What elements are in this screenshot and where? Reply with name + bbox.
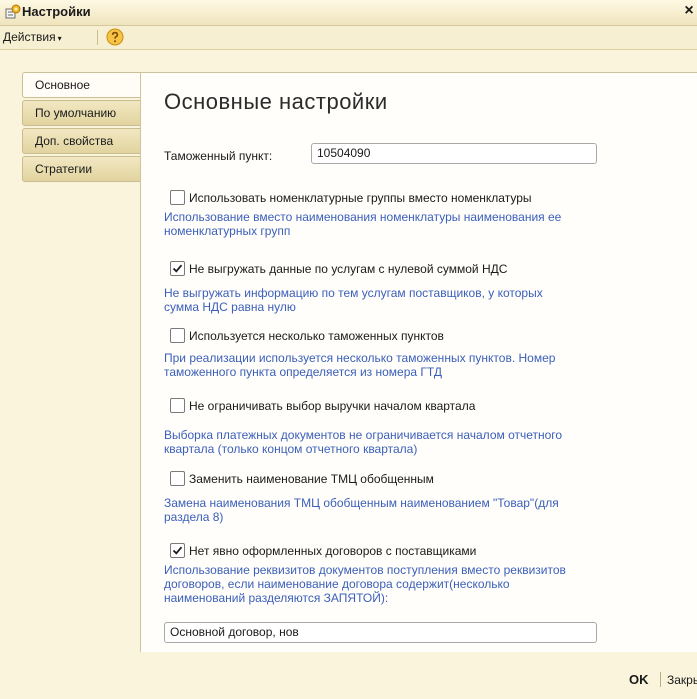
actions-menu-button[interactable]: Действия ▾ [3,30,62,44]
footer-divider [660,672,661,687]
chevron-down-icon: ▾ [57,34,62,43]
checkbox-checked[interactable] [170,543,185,558]
title-bar: Настройки × [0,0,697,26]
customs-point-label: Таможенный пункт: [164,149,273,163]
actions-label: Действия [3,30,56,44]
contracts-input[interactable]: Основной договор, нов [164,622,597,643]
checkbox[interactable] [170,190,185,205]
close-window-button[interactable]: × [682,2,696,20]
customs-point-input[interactable]: 10504090 [311,143,597,164]
option-no-supplier-contracts[interactable]: Нет явно оформленных договоров с поставщ… [170,543,476,558]
toolbar-divider [97,30,98,45]
option-label: Заменить наименование ТМЦ обобщенным [189,471,434,486]
option-skip-zero-vat-services[interactable]: Не выгружать данные по услугам с нулевой… [170,261,507,276]
ok-button[interactable]: OK [629,672,649,687]
option-use-nomenclature-groups[interactable]: Использовать номенклатурные группы вмест… [170,190,532,205]
option-hint: Использование вместо наименования номенк… [164,210,562,238]
option-multiple-customs-points[interactable]: Используется несколько таможенных пункто… [170,328,444,343]
option-hint: Замена наименования ТМЦ обобщенным наиме… [164,496,559,524]
help-icon[interactable] [106,28,124,46]
tab-strategies[interactable]: Стратегии [22,156,140,182]
checkmark-icon [172,546,183,555]
option-label: Используется несколько таможенных пункто… [189,328,444,343]
checkbox[interactable] [170,398,185,413]
option-label: Не ограничивать выбор выручки началом кв… [189,398,476,413]
tab-main[interactable]: Основное [22,72,140,98]
settings-panel: Основные настройки Таможенный пункт: 105… [140,72,697,654]
tab-defaults[interactable]: По умолчанию [22,100,140,126]
option-hint: Использование реквизитов документов пост… [164,563,566,605]
window-title: Настройки [22,4,91,19]
tab-strip: Основное По умолчанию Доп. свойства Стра… [22,72,140,184]
option-replace-goods-name[interactable]: Заменить наименование ТМЦ обобщенным [170,471,434,486]
close-button[interactable]: Закрыть [667,673,697,687]
option-label: Нет явно оформленных договоров с поставщ… [189,543,477,558]
checkmark-icon [172,264,183,273]
option-label: Использовать номенклатурные группы вмест… [189,190,532,205]
settings-app-icon [5,4,21,19]
toolbar: Действия ▾ [0,26,697,50]
footer: OK Закрыть [0,652,697,699]
checkbox[interactable] [170,328,185,343]
option-hint: Выборка платежных документов не ограничи… [164,428,563,456]
option-hint: При реализации используется несколько та… [164,351,556,379]
page-title: Основные настройки [164,89,388,114]
option-hint: Не выгружать информацию по тем услугам п… [164,286,543,314]
checkbox-checked[interactable] [170,261,185,276]
option-label: Не выгружать данные по услугам с нулевой… [189,261,508,276]
option-no-quarter-start-limit[interactable]: Не ограничивать выбор выручки началом кв… [170,398,475,413]
checkbox[interactable] [170,471,185,486]
tab-extra-properties[interactable]: Доп. свойства [22,128,140,154]
